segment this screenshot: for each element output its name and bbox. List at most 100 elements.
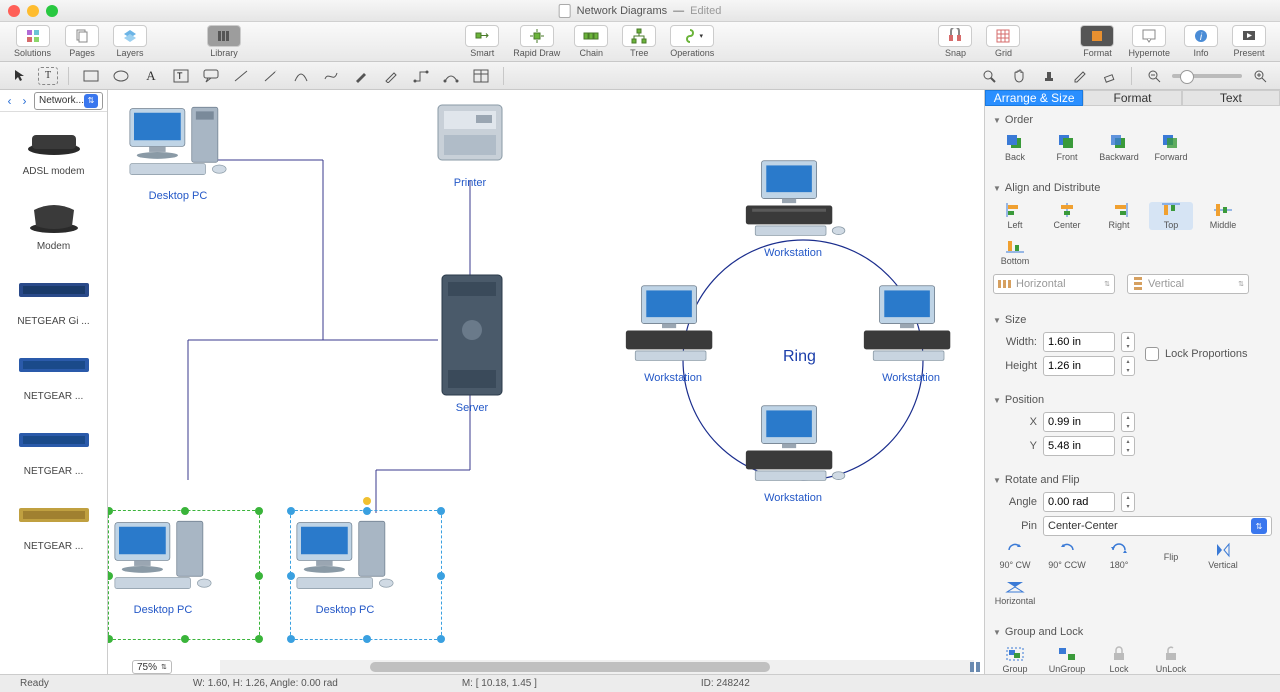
stencil-adsl-modem[interactable]: ADSL modem: [0, 112, 107, 187]
horizontal-scrollbar[interactable]: [220, 660, 974, 674]
align-header[interactable]: ▼Align and Distribute: [993, 178, 1272, 198]
node-desktop-pc-2[interactable]: Desktop PC: [108, 512, 218, 616]
format-button[interactable]: Format: [1074, 23, 1120, 60]
tree-button[interactable]: Tree: [616, 23, 662, 60]
position-header[interactable]: ▼Position: [993, 390, 1272, 410]
stencil-netgear-3[interactable]: NETGEAR ...: [0, 412, 107, 487]
distribute-horizontal-select[interactable]: Horizontal⇅: [993, 274, 1115, 294]
stencil-netgear-2[interactable]: NETGEAR ...: [0, 337, 107, 412]
text-frame-tool[interactable]: T: [169, 67, 193, 85]
size-header[interactable]: ▼Size: [993, 310, 1272, 330]
node-workstation-right[interactable]: Workstation: [856, 280, 966, 384]
callout-tool[interactable]: [199, 67, 223, 85]
rapid-draw-button[interactable]: Rapid Draw: [507, 23, 566, 60]
zoom-slider[interactable]: [1172, 74, 1242, 78]
angle-input[interactable]: [1043, 492, 1115, 512]
zoom-in-icon[interactable]: [1248, 67, 1272, 85]
zoom-icon[interactable]: [46, 5, 58, 17]
close-icon[interactable]: [8, 5, 20, 17]
spline-tool[interactable]: [319, 67, 343, 85]
stencil-netgear-4[interactable]: NETGEAR ...: [0, 487, 107, 562]
node-server[interactable]: Server: [432, 270, 512, 414]
align-center-button[interactable]: Center: [1045, 202, 1089, 230]
node-workstation-left[interactable]: Workstation: [618, 280, 728, 384]
order-front-button[interactable]: Front: [1045, 134, 1089, 162]
pointer-tool[interactable]: [8, 67, 32, 85]
connector-tool[interactable]: [409, 67, 433, 85]
align-left-button[interactable]: Left: [993, 202, 1037, 230]
y-input[interactable]: [1043, 436, 1115, 456]
rotate-180-button[interactable]: 180°: [1097, 542, 1141, 570]
tab-arrange[interactable]: Arrange & Size: [985, 90, 1083, 106]
order-backward-button[interactable]: Backward: [1097, 134, 1141, 162]
node-workstation-bottom[interactable]: Workstation: [738, 400, 848, 504]
library-button[interactable]: Library: [201, 23, 247, 60]
rotate-ccw-button[interactable]: 90° CCW: [1045, 542, 1089, 570]
width-input[interactable]: [1043, 332, 1115, 352]
width-stepper[interactable]: ▴▾: [1121, 332, 1135, 352]
order-back-button[interactable]: Back: [993, 134, 1037, 162]
layers-button[interactable]: Layers: [107, 23, 153, 60]
present-button[interactable]: Present: [1226, 23, 1272, 60]
rect-tool[interactable]: [79, 67, 103, 85]
page-nav-icon[interactable]: [968, 660, 982, 674]
height-input[interactable]: [1043, 356, 1115, 376]
library-select[interactable]: Network... ⇅: [34, 92, 103, 110]
text-box-tool[interactable]: A: [139, 67, 163, 85]
unlock-button[interactable]: UnLock: [1149, 646, 1193, 674]
y-stepper[interactable]: ▴▾: [1121, 436, 1135, 456]
lock-button[interactable]: Lock: [1097, 646, 1141, 674]
arc-tool[interactable]: [289, 67, 313, 85]
flip-vertical-button[interactable]: Vertical: [1201, 542, 1245, 570]
eyedropper-tool[interactable]: [1067, 67, 1091, 85]
table-tool[interactable]: [469, 67, 493, 85]
align-right-button[interactable]: Right: [1097, 202, 1141, 230]
x-input[interactable]: [1043, 412, 1115, 432]
smart-button[interactable]: Smart: [459, 23, 505, 60]
minimize-icon[interactable]: [27, 5, 39, 17]
zoom-select[interactable]: 75%⇅: [132, 660, 172, 674]
ungroup-button[interactable]: UnGroup: [1045, 646, 1089, 674]
lock-proportions-checkbox[interactable]: Lock Proportions: [1145, 347, 1248, 361]
line-tool[interactable]: [229, 67, 253, 85]
info-button[interactable]: iInfo: [1178, 23, 1224, 60]
tab-format[interactable]: Format: [1083, 90, 1181, 106]
rotate-header[interactable]: ▼Rotate and Flip: [993, 470, 1272, 490]
order-forward-button[interactable]: Forward: [1149, 134, 1193, 162]
arrow-tool[interactable]: [259, 67, 283, 85]
rotate-cw-button[interactable]: 90° CW: [993, 542, 1037, 570]
pen-tool[interactable]: [349, 67, 373, 85]
group-header[interactable]: ▼Group and Lock: [993, 622, 1272, 642]
node-desktop-pc-3[interactable]: Desktop PC: [290, 512, 400, 616]
lib-prev-button[interactable]: ‹: [4, 94, 15, 108]
canvas[interactable]: Desktop PC Printer Server Workstation Wo…: [108, 90, 984, 674]
align-middle-button[interactable]: Middle: [1201, 202, 1245, 230]
hand-tool[interactable]: [1007, 67, 1031, 85]
angle-stepper[interactable]: ▴▾: [1121, 492, 1135, 512]
chain-button[interactable]: Chain: [568, 23, 614, 60]
zoom-out-icon[interactable]: [1142, 67, 1166, 85]
group-button[interactable]: Group: [993, 646, 1037, 674]
grid-button[interactable]: Grid: [980, 23, 1026, 60]
pages-button[interactable]: Pages: [59, 23, 105, 60]
solutions-button[interactable]: Solutions: [8, 23, 57, 60]
distribute-vertical-select[interactable]: Vertical⇅: [1127, 274, 1249, 294]
stencil-modem[interactable]: Modem: [0, 187, 107, 262]
order-header[interactable]: ▼Order: [993, 110, 1272, 130]
node-printer[interactable]: Printer: [430, 95, 510, 189]
text-tool[interactable]: T: [38, 67, 58, 85]
node-desktop-pc-1[interactable]: Desktop PC: [123, 98, 233, 202]
eraser-tool[interactable]: [1097, 67, 1121, 85]
stencil-netgear-1[interactable]: NETGEAR Gi ...: [0, 262, 107, 337]
hypernote-button[interactable]: Hypernote: [1122, 23, 1176, 60]
operations-button[interactable]: ▾Operations: [664, 23, 720, 60]
zoom-tool[interactable]: [977, 67, 1001, 85]
tab-text[interactable]: Text: [1182, 90, 1280, 106]
window-controls[interactable]: [8, 5, 58, 17]
pin-select[interactable]: Center-Center⇅: [1043, 516, 1272, 536]
x-stepper[interactable]: ▴▾: [1121, 412, 1135, 432]
align-top-button[interactable]: Top: [1149, 202, 1193, 230]
lib-next-button[interactable]: ›: [19, 94, 30, 108]
align-bottom-button[interactable]: Bottom: [993, 238, 1037, 266]
pencil-tool[interactable]: [379, 67, 403, 85]
